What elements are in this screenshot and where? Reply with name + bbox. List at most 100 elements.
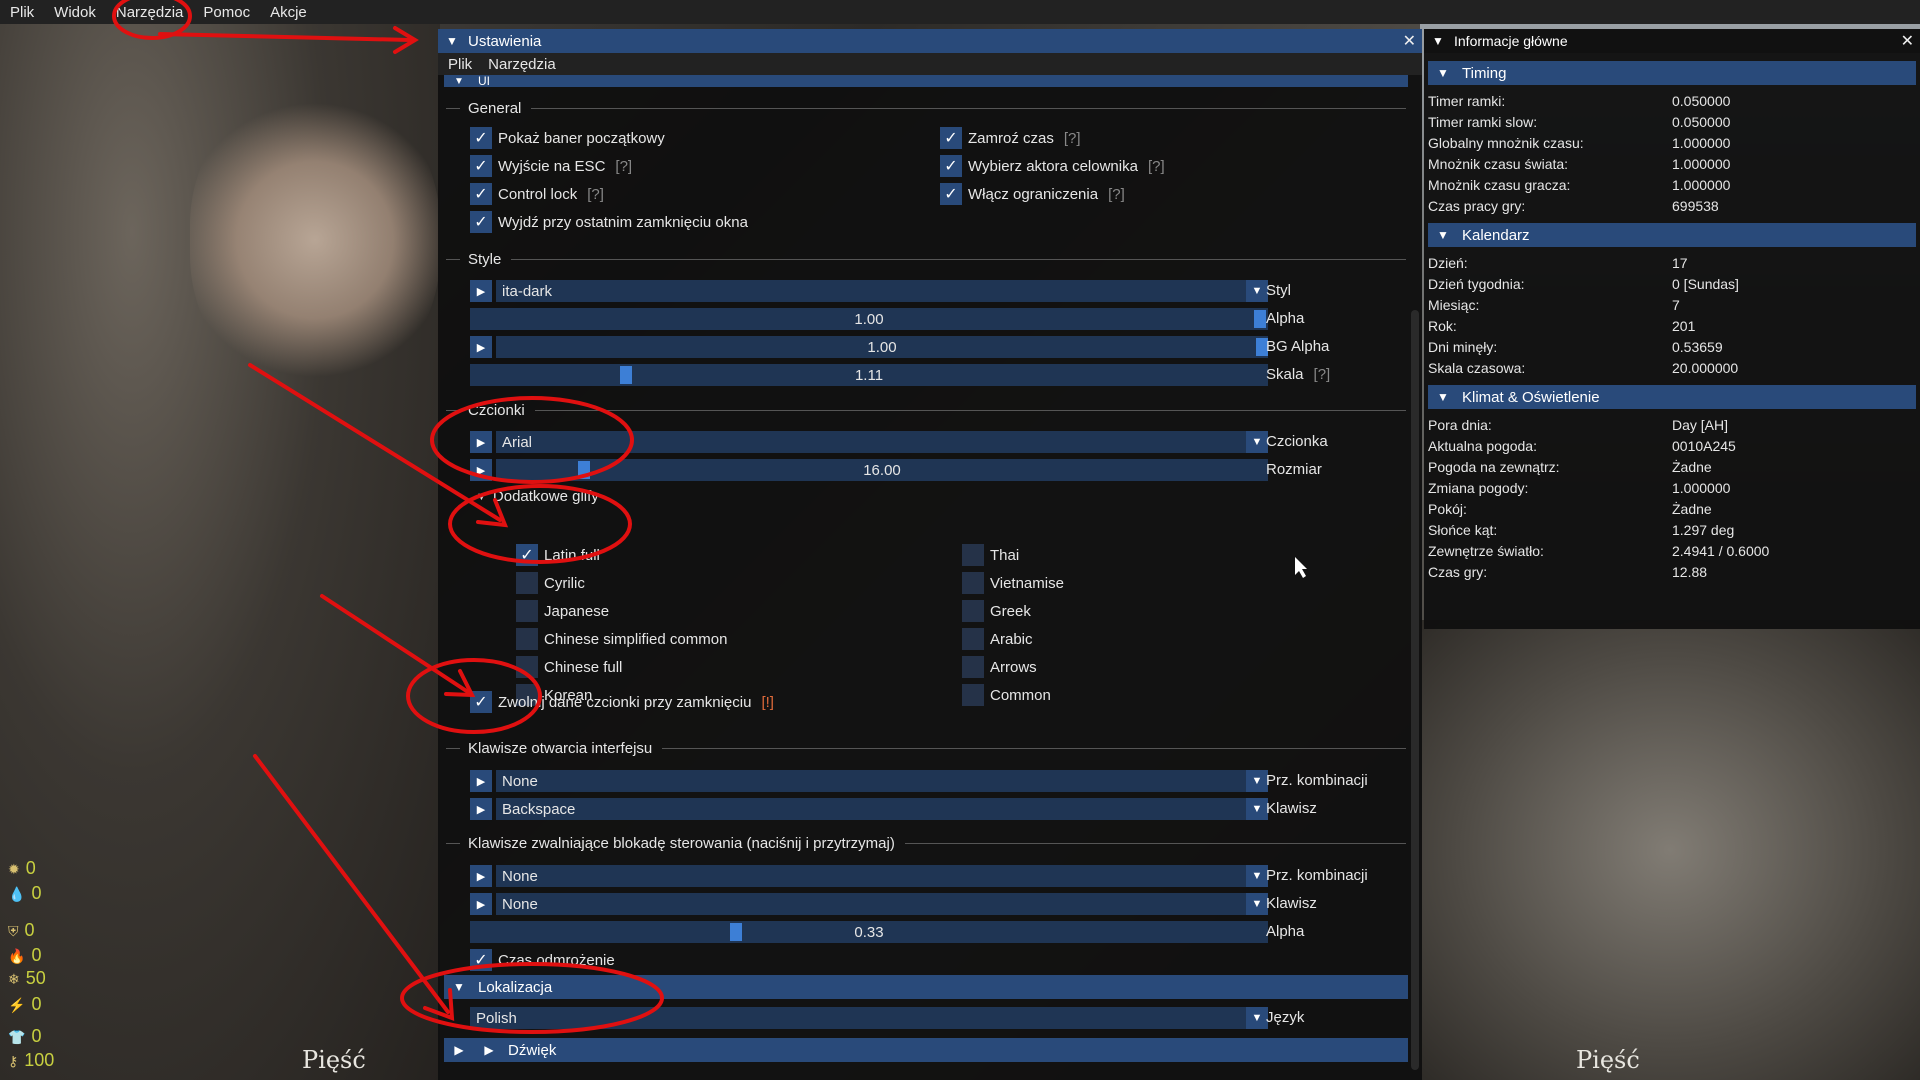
menu-narzedzia[interactable]: Narzędzia: [106, 4, 194, 21]
arrow-right-icon[interactable]: ▶: [470, 280, 492, 302]
checkmark-icon[interactable]: ✓: [470, 691, 492, 713]
help-marker[interactable]: [?]: [1314, 366, 1331, 383]
arrow-right-icon[interactable]: ▶: [470, 893, 492, 915]
font-field[interactable]: Arial ▼: [496, 431, 1268, 453]
checkbox-glyph-arrows[interactable]: Arrows: [962, 656, 1037, 678]
arrow-right-icon[interactable]: ▶: [470, 865, 492, 887]
arrow-right-icon[interactable]: ▶: [470, 798, 492, 820]
checkbox-glyph-chinese-full[interactable]: Chinese full: [516, 656, 622, 678]
extra-glyphs-header[interactable]: ▼ Dodatkowe glify: [476, 488, 599, 505]
checkbox-freeze-time[interactable]: ✓ Zamroź czas [?]: [940, 127, 1081, 149]
ui-section-header[interactable]: ▼ UI: [444, 75, 1408, 87]
help-marker[interactable]: [?]: [1064, 130, 1081, 147]
settings-scrollbar[interactable]: [1411, 310, 1419, 1070]
checkmark-icon[interactable]: ✓: [516, 544, 538, 566]
style-theme-combo[interactable]: ▶ ita-dark ▼: [470, 280, 1268, 302]
font-combo[interactable]: ▶ Arial ▼: [470, 431, 1268, 453]
arrow-right-icon[interactable]: ▶: [470, 336, 492, 358]
help-marker[interactable]: [?]: [1148, 158, 1165, 175]
info-section-0-header[interactable]: ▼ Timing: [1428, 61, 1916, 85]
style-bg-alpha-slider[interactable]: 1.00: [496, 336, 1268, 358]
checkbox-glyph-common[interactable]: Common: [962, 684, 1051, 706]
style-alpha-slider[interactable]: 1.00: [470, 308, 1268, 330]
open-keys-key[interactable]: ▶ Backspace ▼: [470, 798, 1268, 820]
chevron-down-icon[interactable]: ▼: [1246, 770, 1268, 792]
checkbox-exit-esc[interactable]: ✓ Wyjście na ESC [?]: [470, 155, 632, 177]
checkbox-show-banner[interactable]: ✓ Pokaż baner początkowy: [470, 127, 665, 149]
release-keys-alpha-slider[interactable]: 0.33: [470, 921, 1268, 943]
info-titlebar[interactable]: ▼ Informacje główne ✕: [1424, 29, 1920, 53]
checkmark-icon[interactable]: ✓: [470, 211, 492, 233]
sound-header[interactable]: ▶ ▶ Dźwięk: [444, 1038, 1408, 1062]
language-combo[interactable]: Polish ▼: [470, 1007, 1268, 1029]
chevron-down-icon[interactable]: ▼: [1246, 798, 1268, 820]
slider-grab[interactable]: [620, 366, 632, 384]
checkmark-icon[interactable]: ✓: [940, 127, 962, 149]
submenu-narzedzia[interactable]: Narzędzia: [482, 56, 562, 73]
info-section-1-header[interactable]: ▼ Kalendarz: [1428, 223, 1916, 247]
slider-grab[interactable]: [578, 461, 590, 479]
checkbox-unfreeze-time[interactable]: ✓ Czas odmrożenie: [470, 949, 615, 971]
menu-pomoc[interactable]: Pomoc: [193, 4, 260, 21]
font-size-slider[interactable]: 16.00: [496, 459, 1268, 481]
submenu-plik[interactable]: Plik: [442, 56, 478, 73]
checkbox-glyph-latin-full[interactable]: ✓ Latin full: [516, 544, 600, 566]
checkbox-glyph-arabic[interactable]: Arabic: [962, 628, 1033, 650]
slider-grab[interactable]: [730, 923, 742, 941]
release-keys-combo-field[interactable]: None ▼: [496, 865, 1268, 887]
help-marker[interactable]: [?]: [615, 158, 632, 175]
checkbox-control-lock[interactable]: ✓ Control lock [?]: [470, 183, 604, 205]
checkmark-icon[interactable]: ✓: [940, 183, 962, 205]
arrow-right-icon[interactable]: ▶: [470, 431, 492, 453]
help-marker[interactable]: [?]: [587, 186, 604, 203]
checkbox-empty-icon[interactable]: [516, 572, 538, 594]
menu-plik[interactable]: Plik: [0, 4, 44, 21]
style-theme-field[interactable]: ita-dark ▼: [496, 280, 1268, 302]
release-keys-key-field[interactable]: None ▼: [496, 893, 1268, 915]
checkbox-glyph-vietnamise[interactable]: Vietnamise: [962, 572, 1064, 594]
checkmark-icon[interactable]: ✓: [470, 183, 492, 205]
release-keys-key[interactable]: ▶ None ▼: [470, 893, 1268, 915]
chevron-down-icon[interactable]: ▼: [1246, 865, 1268, 887]
checkmark-icon[interactable]: ✓: [470, 949, 492, 971]
language-field[interactable]: Polish ▼: [470, 1007, 1268, 1029]
checkmark-icon[interactable]: ✓: [470, 127, 492, 149]
checkbox-glyph-greek[interactable]: Greek: [962, 600, 1031, 622]
chevron-down-icon[interactable]: ▼: [1246, 1007, 1268, 1029]
checkbox-glyph-chinese-simplified-common[interactable]: Chinese simplified common: [516, 628, 727, 650]
checkbox-exit-last-window[interactable]: ✓ Wyjdź przy ostatnim zamknięciu okna: [470, 211, 748, 233]
checkbox-empty-icon[interactable]: [516, 600, 538, 622]
style-scale-slider[interactable]: 1.11: [470, 364, 1268, 386]
checkbox-crosshair-actor[interactable]: ✓ Wybierz aktora celownika [?]: [940, 155, 1165, 177]
arrow-right-icon[interactable]: ▶: [470, 459, 492, 481]
close-icon[interactable]: ✕: [1403, 31, 1416, 51]
warning-marker[interactable]: [!]: [761, 694, 774, 711]
checkbox-empty-icon[interactable]: [962, 600, 984, 622]
chevron-down-icon[interactable]: ▼: [1246, 893, 1268, 915]
checkbox-glyph-japanese[interactable]: Japanese: [516, 600, 609, 622]
checkbox-release-font-data[interactable]: ✓ Zwolnij dane czcionki przy zamknięciu [!…: [470, 691, 774, 713]
checkbox-empty-icon[interactable]: [516, 628, 538, 650]
close-icon[interactable]: ✕: [1901, 31, 1914, 51]
checkbox-empty-icon[interactable]: [962, 628, 984, 650]
checkmark-icon[interactable]: ✓: [940, 155, 962, 177]
open-keys-combo[interactable]: ▶ None ▼: [470, 770, 1268, 792]
checkbox-empty-icon[interactable]: [962, 684, 984, 706]
help-marker[interactable]: [?]: [1108, 186, 1125, 203]
checkbox-limits[interactable]: ✓ Włącz ograniczenia [?]: [940, 183, 1125, 205]
localization-header[interactable]: ▼ Lokalizacja: [444, 975, 1408, 999]
info-section-2-header[interactable]: ▼ Klimat & Oświetlenie: [1428, 385, 1916, 409]
checkbox-empty-icon[interactable]: [962, 572, 984, 594]
collapse-icon[interactable]: ▼: [1432, 34, 1448, 48]
checkbox-empty-icon[interactable]: [962, 544, 984, 566]
collapse-icon[interactable]: ▼: [446, 34, 462, 48]
arrow-right-icon[interactable]: ▶: [470, 770, 492, 792]
menu-akcje[interactable]: Akcje: [260, 4, 317, 21]
checkbox-empty-icon[interactable]: [962, 656, 984, 678]
release-keys-combo[interactable]: ▶ None ▼: [470, 865, 1268, 887]
chevron-down-icon[interactable]: ▼: [1246, 280, 1268, 302]
open-keys-combo-field[interactable]: None ▼: [496, 770, 1268, 792]
checkbox-glyph-thai[interactable]: Thai: [962, 544, 1019, 566]
checkbox-empty-icon[interactable]: [516, 656, 538, 678]
settings-titlebar[interactable]: ▼ Ustawienia ✕: [438, 29, 1422, 53]
